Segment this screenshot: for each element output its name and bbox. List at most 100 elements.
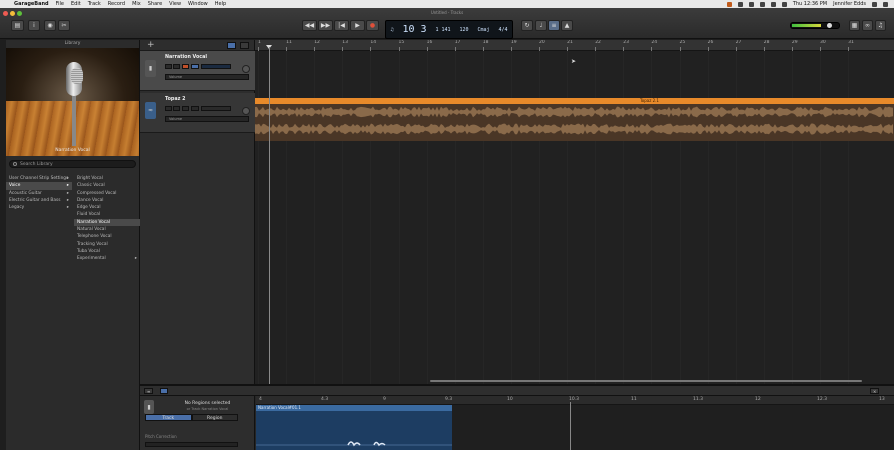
record-enable-button[interactable] — [182, 106, 189, 111]
metronome-button[interactable]: ▲ — [561, 20, 573, 31]
menu-track[interactable]: Track — [88, 1, 101, 7]
category-item[interactable]: Electric Guitar and Bass ▸ — [6, 197, 72, 204]
category-item[interactable]: User Channel Strip Settings ▸ — [6, 175, 72, 182]
window-title: Untitled - Tracks — [430, 10, 464, 15]
preset-item[interactable]: Compressed Vocal — [74, 190, 140, 197]
status-icon[interactable] — [748, 1, 754, 7]
editor-catch-button[interactable] — [160, 388, 168, 394]
status-icon[interactable] — [759, 1, 765, 7]
record-button[interactable]: ● — [366, 20, 379, 31]
menu-mix[interactable]: Mix — [132, 1, 141, 7]
preset-item[interactable]: Fluid Vocal — [74, 211, 140, 218]
count-in-button[interactable]: ≡ — [548, 20, 560, 31]
volume-automation[interactable]: Volume — [165, 74, 249, 80]
tab-track[interactable]: Track — [145, 414, 192, 421]
count-in-icon: ≡ — [551, 22, 557, 29]
no-region-message: No Regions selected — [184, 401, 231, 406]
volume-knob[interactable] — [827, 23, 832, 28]
track-header-topaz[interactable]: ≈ Topaz 2 Volume — [140, 93, 255, 133]
track-name: Topaz 2 — [165, 97, 186, 102]
media-browser-button[interactable]: ♫ — [875, 20, 886, 31]
track-volume-slider[interactable] — [201, 106, 231, 111]
library-button[interactable]: ▤ — [11, 20, 24, 31]
master-volume-slider[interactable] — [790, 22, 840, 29]
catch-playhead-button[interactable] — [227, 42, 236, 49]
fast-forward-button[interactable]: ▶▶ — [318, 20, 333, 31]
editor-playhead[interactable] — [570, 402, 571, 450]
input-monitor-button[interactable] — [191, 64, 199, 69]
preset-item[interactable]: Natural Vocal — [74, 226, 140, 233]
editor-region[interactable]: Narration Vocal#01.1 — [256, 405, 452, 450]
loop-browser-button[interactable]: ∞ — [862, 20, 873, 31]
preset-item[interactable]: Tuba Vocal — [74, 248, 140, 255]
app-menu[interactable]: GarageBand — [14, 1, 49, 7]
playhead[interactable] — [269, 47, 270, 384]
preset-item[interactable]: Edge Vocal — [74, 204, 140, 211]
track-volume-slider[interactable] — [201, 64, 231, 69]
loop-icon: ∞ — [865, 22, 870, 29]
notification-icon[interactable] — [883, 1, 888, 7]
wifi-icon[interactable] — [781, 1, 787, 7]
editor-ruler[interactable]: 4 4.3 9 9.3 10 10.3 11 11.3 12 12.3 13 — [256, 396, 894, 405]
category-item[interactable]: Voice ▸ — [6, 182, 72, 190]
tracks-area[interactable]: 1 11 12 13 14 15 16 17 18 19 20 21 22 23 24 25 26 27 28 29 3… — [255, 40, 894, 384]
rewind-button[interactable]: ◀◀ — [302, 20, 317, 31]
pan-knob[interactable] — [242, 107, 250, 115]
menu-share[interactable]: Share — [148, 1, 162, 7]
preset-item[interactable]: Dance Vocal — [74, 197, 140, 204]
tuner-button[interactable]: ♩ — [535, 20, 547, 31]
input-monitor-button[interactable] — [191, 106, 199, 111]
category-item[interactable]: Legacy ▸ — [6, 204, 72, 211]
track-mic-icon: ▮ — [144, 400, 154, 414]
editor-mode-button[interactable]: ≡ — [144, 388, 154, 394]
status-icon[interactable] — [737, 1, 743, 7]
preset-item[interactable]: Classic Vocal — [74, 182, 140, 189]
volume-automation[interactable]: Volume — [165, 116, 249, 122]
horizontal-scrollbar[interactable] — [430, 380, 862, 382]
preset-item[interactable]: Telephone Vocal — [74, 233, 140, 240]
editor-canvas[interactable]: 4 4.3 9 9.3 10 10.3 11 11.3 12 12.3 13 Narration V… — [256, 396, 894, 450]
quick-help-button[interactable]: i — [28, 20, 40, 31]
pan-knob[interactable] — [242, 65, 250, 73]
record-enable-button[interactable] — [182, 64, 189, 69]
menu-edit[interactable]: Edit — [71, 1, 81, 7]
menu-record[interactable]: Record — [108, 1, 125, 7]
menu-view[interactable]: View — [169, 1, 181, 7]
user-name[interactable]: Jennifer Edds — [833, 1, 866, 7]
menu-help[interactable]: Help — [215, 1, 226, 7]
track-waveform-icon: ≈ — [145, 102, 156, 119]
preset-item[interactable]: Bright Vocal — [74, 175, 140, 182]
menu-file[interactable]: File — [56, 1, 64, 7]
smart-controls-button[interactable]: ◉ — [44, 20, 56, 31]
cycle-button[interactable]: ↻ — [521, 20, 533, 31]
editors-button[interactable]: ✂ — [58, 20, 70, 31]
menu-window[interactable]: Window — [188, 1, 208, 7]
audio-region[interactable] — [255, 104, 894, 141]
pitch-correction-slider[interactable] — [145, 442, 238, 447]
spotlight-icon[interactable] — [872, 1, 877, 7]
preset-item[interactable]: Tracking Vocal — [74, 241, 140, 248]
editor-close-button[interactable]: × — [870, 388, 880, 394]
preset-item[interactable]: Experimental ▸ — [74, 255, 140, 262]
library-search-input[interactable]: Search Library — [9, 160, 136, 168]
lcd-display[interactable]: ♫ 10 3 1 141 120 Cmaj 4/4 — [385, 20, 513, 39]
timeline-ruler[interactable]: 1 11 12 13 14 15 16 17 18 19 20 21 22 23 24 25 26 27 28 29 3… — [255, 40, 894, 51]
mute-button[interactable] — [165, 64, 172, 69]
notepad-button[interactable]: ▦ — [849, 20, 860, 31]
preset-item[interactable]: Narration Vocal — [74, 218, 140, 227]
category-item[interactable]: Acoustic Guitar ▸ — [6, 190, 72, 197]
add-track-button[interactable]: + — [147, 40, 155, 50]
tab-region[interactable]: Region — [191, 414, 238, 421]
track-header-narration[interactable]: ▮ Narration Vocal Volume — [140, 51, 255, 91]
editor-toolbar: ≡ × — [140, 386, 894, 396]
solo-button[interactable] — [173, 64, 180, 69]
solo-button[interactable] — [173, 106, 180, 111]
mute-button[interactable] — [165, 106, 172, 111]
status-icon[interactable] — [770, 1, 776, 7]
go-to-beginning-button[interactable]: |◀ — [334, 20, 349, 31]
filter-button[interactable] — [240, 42, 249, 49]
status-area: Thu 12:36 PM Jennifer Edds — [726, 0, 888, 8]
play-button[interactable]: ▶ — [350, 20, 365, 31]
clock[interactable]: Thu 12:36 PM — [793, 1, 827, 7]
status-app-icon[interactable] — [726, 1, 732, 7]
